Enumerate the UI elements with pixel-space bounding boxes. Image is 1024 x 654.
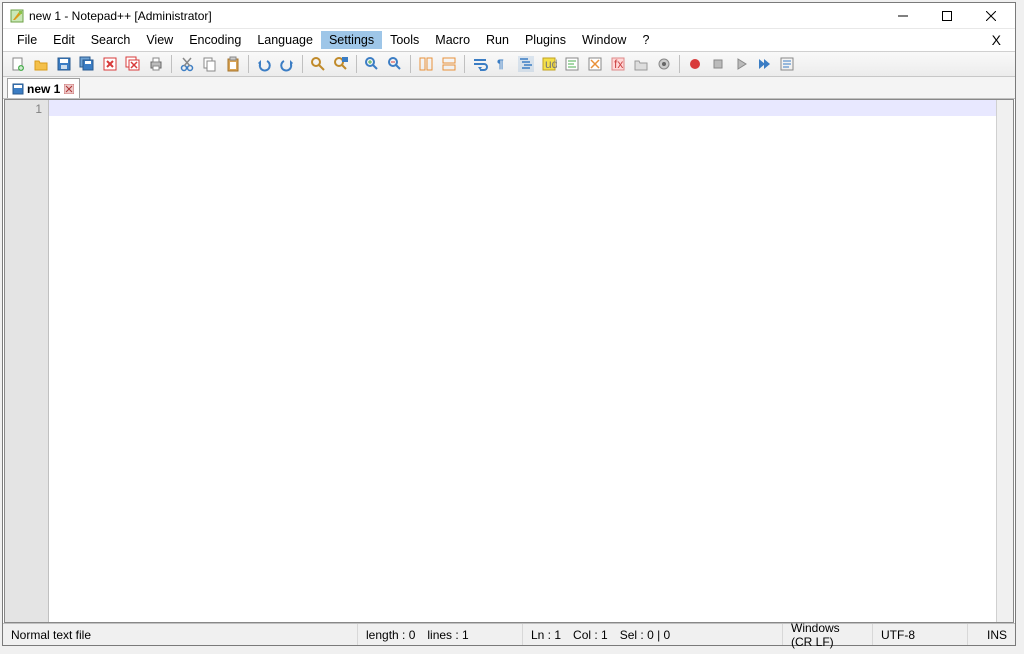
save-button[interactable] <box>53 53 75 75</box>
file-icon <box>12 83 24 95</box>
title-bar: new 1 - Notepad++ [Administrator] <box>3 3 1015 29</box>
menu-bar: File Edit Search View Encoding Language … <box>3 29 1015 51</box>
doc-map-button[interactable] <box>561 53 583 75</box>
status-length-lines: length : 0 lines : 1 <box>358 624 523 645</box>
vertical-scrollbar[interactable] <box>996 100 1013 622</box>
indent-guide-button[interactable] <box>515 53 537 75</box>
menu-tools[interactable]: Tools <box>382 31 427 49</box>
play-multi-button[interactable] <box>753 53 775 75</box>
cut-button[interactable] <box>176 53 198 75</box>
close-button[interactable] <box>969 3 1013 29</box>
status-insert-mode[interactable]: INS <box>968 624 1015 645</box>
all-chars-button[interactable]: ¶ <box>492 53 514 75</box>
menu-search[interactable]: Search <box>83 31 139 49</box>
svg-text:fx: fx <box>614 57 623 71</box>
menu-language[interactable]: Language <box>249 31 321 49</box>
new-file-button[interactable] <box>7 53 29 75</box>
toolbar-separator <box>356 55 357 73</box>
toolbar-separator <box>248 55 249 73</box>
menu-encoding[interactable]: Encoding <box>181 31 249 49</box>
svg-text:¶: ¶ <box>497 57 504 71</box>
close-all-button[interactable] <box>122 53 144 75</box>
document-tab[interactable]: new 1 <box>7 78 80 98</box>
menu-window[interactable]: Window <box>574 31 634 49</box>
line-number: 1 <box>5 102 42 116</box>
status-bar: Normal text file length : 0 lines : 1 Ln… <box>3 623 1015 645</box>
toolbar-separator <box>464 55 465 73</box>
monitoring-button[interactable] <box>653 53 675 75</box>
svg-text:ud: ud <box>545 57 557 71</box>
doc-list-button[interactable] <box>584 53 606 75</box>
wordwrap-button[interactable] <box>469 53 491 75</box>
record-macro-button[interactable] <box>684 53 706 75</box>
sync-vscroll-button[interactable] <box>415 53 437 75</box>
app-icon <box>9 8 25 24</box>
stop-macro-button[interactable] <box>707 53 729 75</box>
menu-run[interactable]: Run <box>478 31 517 49</box>
menu-settings[interactable]: Settings <box>321 31 382 49</box>
redo-button[interactable] <box>276 53 298 75</box>
tab-close-icon[interactable] <box>63 83 75 95</box>
udl-button[interactable]: ud <box>538 53 560 75</box>
print-button[interactable] <box>145 53 167 75</box>
zoom-out-button[interactable] <box>384 53 406 75</box>
menu-macro[interactable]: Macro <box>427 31 478 49</box>
tab-bar: new 1 <box>3 77 1015 99</box>
close-file-button[interactable] <box>99 53 121 75</box>
menu-edit[interactable]: Edit <box>45 31 83 49</box>
save-macro-button[interactable] <box>776 53 798 75</box>
undo-button[interactable] <box>253 53 275 75</box>
replace-button[interactable] <box>330 53 352 75</box>
tab-label: new 1 <box>27 82 60 96</box>
toolbar-separator <box>171 55 172 73</box>
find-button[interactable] <box>307 53 329 75</box>
status-encoding[interactable]: UTF-8 <box>873 624 968 645</box>
window-title: new 1 - Notepad++ [Administrator] <box>29 9 881 23</box>
editor: 1 <box>4 99 1014 623</box>
function-list-button[interactable]: fx <box>607 53 629 75</box>
minimize-button[interactable] <box>881 3 925 29</box>
toolbar-separator <box>679 55 680 73</box>
status-caret: Ln : 1 Col : 1 Sel : 0 | 0 <box>523 624 783 645</box>
paste-button[interactable] <box>222 53 244 75</box>
menu-help[interactable]: ? <box>634 31 657 49</box>
play-macro-button[interactable] <box>730 53 752 75</box>
status-filetype: Normal text file <box>3 624 358 645</box>
toolbar-separator <box>410 55 411 73</box>
toolbar-separator <box>302 55 303 73</box>
zoom-in-button[interactable] <box>361 53 383 75</box>
menu-view[interactable]: View <box>138 31 181 49</box>
save-all-button[interactable] <box>76 53 98 75</box>
status-eol[interactable]: Windows (CR LF) <box>783 624 873 645</box>
line-number-gutter: 1 <box>5 100 49 622</box>
sync-hscroll-button[interactable] <box>438 53 460 75</box>
app-window: new 1 - Notepad++ [Administrator] File E… <box>2 2 1016 646</box>
editor-body[interactable] <box>49 100 1013 622</box>
toolbar: ¶ ud fx <box>3 51 1015 77</box>
current-line-highlight <box>49 100 1013 116</box>
mdi-close-button[interactable]: X <box>984 32 1009 48</box>
maximize-button[interactable] <box>925 3 969 29</box>
open-file-button[interactable] <box>30 53 52 75</box>
menu-file[interactable]: File <box>9 31 45 49</box>
folder-workspace-button[interactable] <box>630 53 652 75</box>
copy-button[interactable] <box>199 53 221 75</box>
menu-plugins[interactable]: Plugins <box>517 31 574 49</box>
